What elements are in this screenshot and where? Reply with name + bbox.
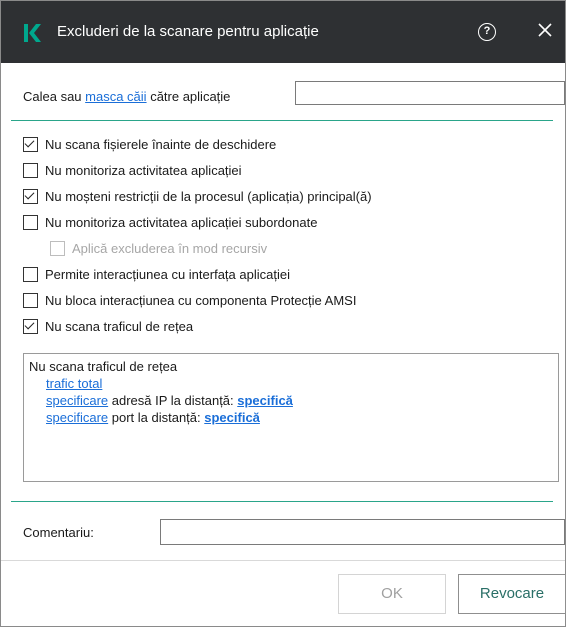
port-value-link[interactable]: specifică bbox=[204, 410, 260, 425]
option-no-scan-before-open[interactable]: Nu scana fișierele înainte de deschidere bbox=[23, 134, 276, 154]
option-no-inherit-restrictions[interactable]: Nu moșteni restricții de la procesul (ap… bbox=[23, 186, 372, 206]
option-no-monitor-activity[interactable]: Nu monitoriza activitatea aplicației bbox=[23, 160, 242, 180]
checkbox-checked[interactable] bbox=[23, 318, 38, 334]
remote-ip-row: specificare adresă IP la distanță: speci… bbox=[46, 393, 293, 408]
ip-value-link[interactable]: specifică bbox=[237, 393, 293, 408]
option-no-monitor-child[interactable]: Nu monitoriza activitatea aplicației sub… bbox=[23, 212, 317, 232]
path-mask-link[interactable]: masca căii bbox=[85, 89, 146, 104]
total-traffic-link[interactable]: trafic total bbox=[46, 376, 102, 391]
option-no-block-amsi[interactable]: Nu bloca interacțiunea cu componenta Pro… bbox=[23, 290, 356, 310]
comment-label: Comentariu: bbox=[23, 525, 94, 540]
checkbox[interactable] bbox=[23, 292, 38, 308]
exclusion-dialog: Excluderi de la scanare pentru aplicație… bbox=[0, 0, 566, 627]
traffic-heading: Nu scana traficul de rețea bbox=[29, 359, 178, 374]
option-apply-recursive: Aplică excluderea în mod recursiv bbox=[50, 238, 267, 258]
section-divider bbox=[11, 120, 553, 121]
port-specify-link[interactable]: specificare bbox=[46, 410, 108, 425]
footer-divider bbox=[1, 560, 565, 561]
path-label: Calea sau masca căii către aplicație bbox=[23, 89, 231, 104]
window-title: Excluderi de la scanare pentru aplicație bbox=[57, 23, 319, 40]
option-allow-interface-interaction[interactable]: Permite interacțiunea cu interfața aplic… bbox=[23, 264, 290, 284]
checkbox-checked[interactable] bbox=[23, 136, 38, 152]
help-icon[interactable]: ? bbox=[478, 23, 496, 41]
cancel-button[interactable]: Revocare bbox=[458, 574, 566, 614]
remote-port-row: specificare port la distanță: specifică bbox=[46, 410, 260, 425]
close-icon[interactable] bbox=[535, 20, 555, 40]
checkbox[interactable] bbox=[23, 214, 38, 230]
ip-specify-link[interactable]: specificare bbox=[46, 393, 108, 408]
comment-input[interactable] bbox=[160, 519, 565, 545]
checkbox-disabled bbox=[50, 240, 65, 256]
title-bar: Excluderi de la scanare pentru aplicație… bbox=[1, 1, 565, 63]
comment-divider bbox=[11, 501, 553, 502]
path-input[interactable] bbox=[295, 81, 565, 105]
checkbox-checked[interactable] bbox=[23, 188, 38, 204]
checkbox[interactable] bbox=[23, 162, 38, 178]
option-no-scan-traffic[interactable]: Nu scana traficul de rețea bbox=[23, 316, 193, 336]
kaspersky-logo-icon bbox=[24, 24, 41, 42]
ok-button[interactable]: OK bbox=[338, 574, 446, 614]
checkbox[interactable] bbox=[23, 266, 38, 282]
traffic-rules-box: Nu scana traficul de rețea trafic total … bbox=[23, 353, 559, 482]
